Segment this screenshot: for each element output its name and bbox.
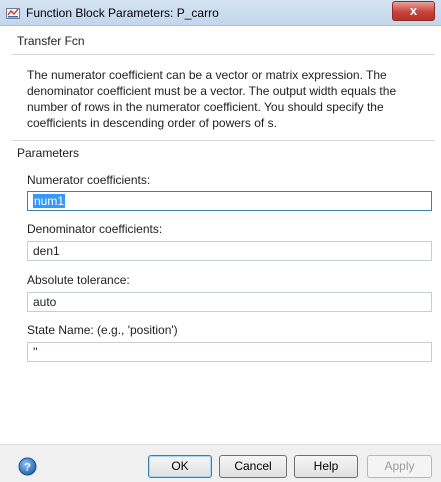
help-button[interactable]: Help	[294, 455, 358, 478]
dialog-window: Function Block Parameters: P_carro x Tra…	[0, 0, 441, 482]
ok-button[interactable]: OK	[148, 455, 212, 478]
help-question-icon[interactable]: ?	[18, 457, 37, 476]
parameters-title: Parameters	[17, 146, 80, 160]
numerator-label: Numerator coefficients:	[27, 173, 151, 187]
close-icon: x	[409, 3, 418, 18]
denominator-value: den1	[33, 244, 60, 258]
tolerance-label: Absolute tolerance:	[27, 273, 130, 287]
numerator-input[interactable]: num1	[27, 191, 432, 211]
block-type-divider	[12, 54, 435, 55]
tolerance-value: auto	[33, 295, 57, 309]
parameters-divider	[12, 140, 435, 141]
block-description: The numerator coefficient can be a vecto…	[27, 68, 397, 130]
denominator-input[interactable]: den1	[27, 241, 432, 261]
state-name-label: State Name: (e.g., 'position')	[27, 323, 178, 337]
state-name-input[interactable]: ''	[27, 342, 432, 362]
apply-button[interactable]: Apply	[367, 455, 432, 478]
simulink-block-icon	[6, 8, 20, 19]
block-type-title: Transfer Fcn	[17, 34, 85, 48]
tolerance-input[interactable]: auto	[27, 292, 432, 312]
state-name-value: ''	[33, 345, 38, 359]
cancel-button[interactable]: Cancel	[219, 455, 287, 478]
title-bar[interactable]: Function Block Parameters: P_carro x	[0, 0, 441, 26]
svg-text:?: ?	[24, 462, 31, 474]
close-button[interactable]: x	[392, 1, 435, 21]
window-title: Function Block Parameters: P_carro	[26, 6, 219, 20]
numerator-value: num1	[33, 194, 66, 208]
denominator-label: Denominator coefficients:	[27, 222, 163, 236]
